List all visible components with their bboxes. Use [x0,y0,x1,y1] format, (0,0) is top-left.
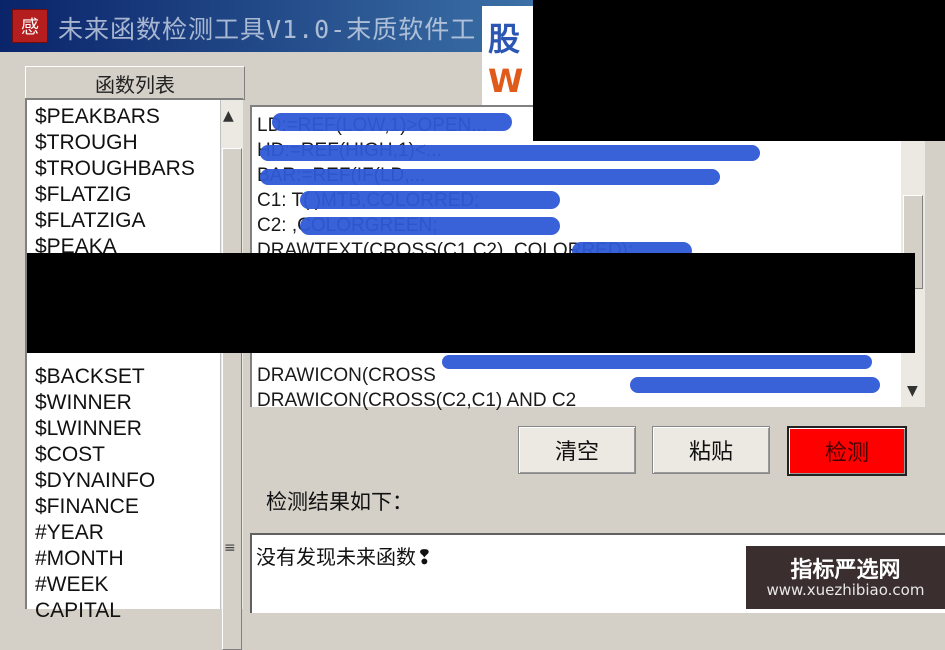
function-list-item[interactable]: $COST [35,442,195,468]
scroll-thumb[interactable] [222,148,242,650]
function-list-item[interactable]: $BACKSET [35,364,195,390]
clear-button[interactable]: 清空 [518,426,636,474]
redaction-scribble [300,191,560,209]
paste-button[interactable]: 粘贴 [652,426,770,474]
redaction-block [27,253,915,353]
redaction-block [533,0,945,141]
app-icon: 感 [12,9,48,43]
function-list-item[interactable]: $FLATZIGA [35,208,195,234]
function-list-item[interactable]: #MONTH [35,546,195,572]
scroll-down-icon[interactable]: ▼ [907,383,918,399]
redaction-scribble [442,355,872,369]
function-list-item[interactable]: $FINANCE [35,494,195,520]
site-watermark: 指标严选网 www.xuezhibiao.com [746,546,945,609]
scroll-up-icon[interactable]: ▲ [223,108,234,124]
watermark-logo-line2: W [488,62,524,100]
function-list-items: $PEAKBARS $TROUGH $TROUGHBARS $FLATZIG $FLAT… [35,104,195,624]
scroll-grip-icon: ≡ [224,540,236,556]
result-label: 检测结果如下： [266,490,413,514]
function-list-item[interactable]: $TROUGHBARS [35,156,195,182]
check-button[interactable]: 检测 [787,426,907,476]
function-list-item[interactable]: $WINNER [35,390,195,416]
result-text: 没有发现未来函数❢ [256,545,433,569]
function-list-item[interactable]: $LWINNER [35,416,195,442]
function-list-item[interactable]: CAPITAL [35,598,195,624]
function-list[interactable]: $PEAKBARS $TROUGH $TROUGHBARS $FLATZIG $FLAT… [25,98,243,650]
watermark-logo-line1: 股 [488,20,521,58]
window-title: 未来函数检测工具V1.0-末质软件工 [58,15,477,44]
site-name: 指标严选网 [790,558,901,583]
function-list-header: 函数列表 [25,66,245,100]
function-list-item[interactable]: $DYNAINFO [35,468,195,494]
site-url: www.xuezhibiao.com [766,581,925,599]
code-line: DRAWICON(CROSS(C2,C1) AND C2 [257,390,577,411]
function-list-item[interactable]: $PEAKBARS [35,104,195,130]
function-list-item[interactable]: $TROUGH [35,130,195,156]
function-list-scrollbar[interactable]: ▲ ≡ [220,100,243,650]
function-list-item[interactable]: #YEAR [35,520,195,546]
function-list-item[interactable]: $FLATZIG [35,182,195,208]
redaction-scribble [260,145,760,161]
redaction-scribble [272,113,512,131]
redaction-scribble [630,377,880,393]
function-list-item[interactable]: #WEEK [35,572,195,598]
redaction-scribble [260,169,720,185]
redaction-scribble [300,217,560,235]
